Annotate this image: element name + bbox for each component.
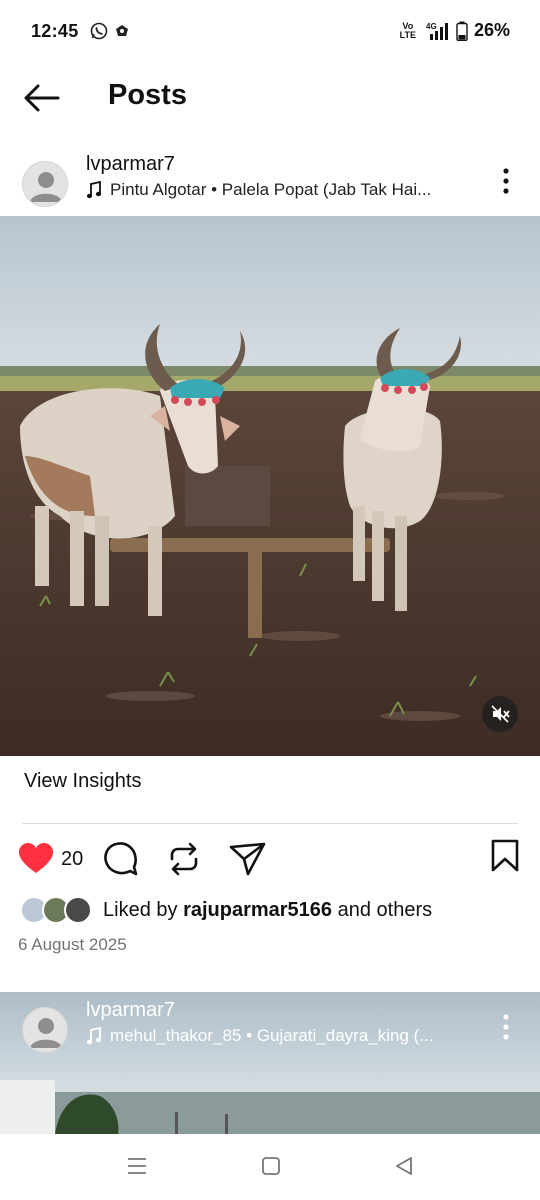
liked-by-prefix: Liked by <box>103 898 184 921</box>
post-date: 6 August 2025 <box>18 935 127 954</box>
more-vertical-icon[interactable] <box>496 1012 516 1042</box>
liked-by-row[interactable]: Liked by raju​parmar5166 and others <box>20 895 432 925</box>
liked-by-suffix: and others <box>332 898 433 921</box>
repost-icon[interactable] <box>166 841 202 877</box>
post-username[interactable]: lvparmar7 <box>86 999 175 1022</box>
post-music[interactable]: mehul_thakor_85 • Gujarati_dayra_king (.… <box>86 1026 476 1046</box>
menu-icon[interactable] <box>126 1154 148 1178</box>
volte-line2: LTE <box>399 29 416 40</box>
signal-icon: 4G <box>426 22 448 40</box>
music-note-icon <box>86 1027 102 1045</box>
liked-by-user[interactable]: raju​parmar5166 <box>183 899 332 921</box>
shield-icon <box>116 25 128 36</box>
status-system-icons: Vo LTE 4G 26% <box>400 20 510 41</box>
default-avatar-icon <box>30 172 62 202</box>
more-vertical-icon[interactable] <box>496 166 516 196</box>
music-label: Pintu Algotar • Palela Popat (Jab Tak Ha… <box>110 180 432 199</box>
liker-avatars <box>20 896 96 924</box>
post-music[interactable]: Pintu Algotar • Palela Popat (Jab Tak Ha… <box>86 180 476 200</box>
system-navbar <box>0 1134 540 1200</box>
liked-by-text: Liked by raju​parmar5166 and others <box>103 899 432 922</box>
whatsapp-icon <box>90 22 108 40</box>
post-header: lvparmar7 mehul_thakor_85 • Gujarati_day… <box>0 992 540 1070</box>
next-post[interactable]: lvparmar7 mehul_thakor_85 • Gujarati_day… <box>0 992 540 1134</box>
heart-icon[interactable] <box>18 842 54 876</box>
status-bar: 12:45 Vo LTE 4G 26% <box>0 0 540 62</box>
avatar <box>64 896 92 924</box>
arrow-left-icon[interactable] <box>22 80 62 116</box>
comment-icon[interactable] <box>103 841 139 877</box>
share-icon[interactable] <box>229 841 267 877</box>
post-header: lvparmar7 Pintu Algotar • Palela Popat (… <box>0 146 540 224</box>
view-insights-link[interactable]: View Insights <box>24 770 141 793</box>
app-header: Posts <box>0 62 540 134</box>
bookmark-icon[interactable] <box>490 839 520 873</box>
avatar[interactable] <box>22 1007 68 1053</box>
avatar[interactable] <box>22 161 68 207</box>
home-square-icon[interactable] <box>260 1154 282 1178</box>
music-label: mehul_thakor_85 • Gujarati_dayra_king (.… <box>110 1026 434 1045</box>
like-count[interactable]: 20 <box>61 848 83 871</box>
post-media[interactable] <box>0 216 540 756</box>
network-type: 4G <box>426 22 437 31</box>
page-title: Posts <box>108 79 187 111</box>
default-avatar-icon <box>30 1018 62 1048</box>
music-note-icon <box>86 181 102 199</box>
battery-icon <box>456 21 468 41</box>
post-photo <box>0 216 540 756</box>
post-actions: 20 <box>0 838 540 880</box>
back-triangle-icon[interactable] <box>393 1154 415 1178</box>
divider <box>22 823 518 824</box>
status-notification-icons <box>90 22 130 40</box>
post-username[interactable]: lvparmar7 <box>86 153 175 176</box>
status-time: 12:45 <box>31 21 79 41</box>
muted-speaker-icon <box>491 705 510 723</box>
battery-percent: 26% <box>473 20 510 40</box>
volte-indicator: Vo LTE <box>399 21 416 40</box>
mute-button[interactable] <box>482 696 518 732</box>
